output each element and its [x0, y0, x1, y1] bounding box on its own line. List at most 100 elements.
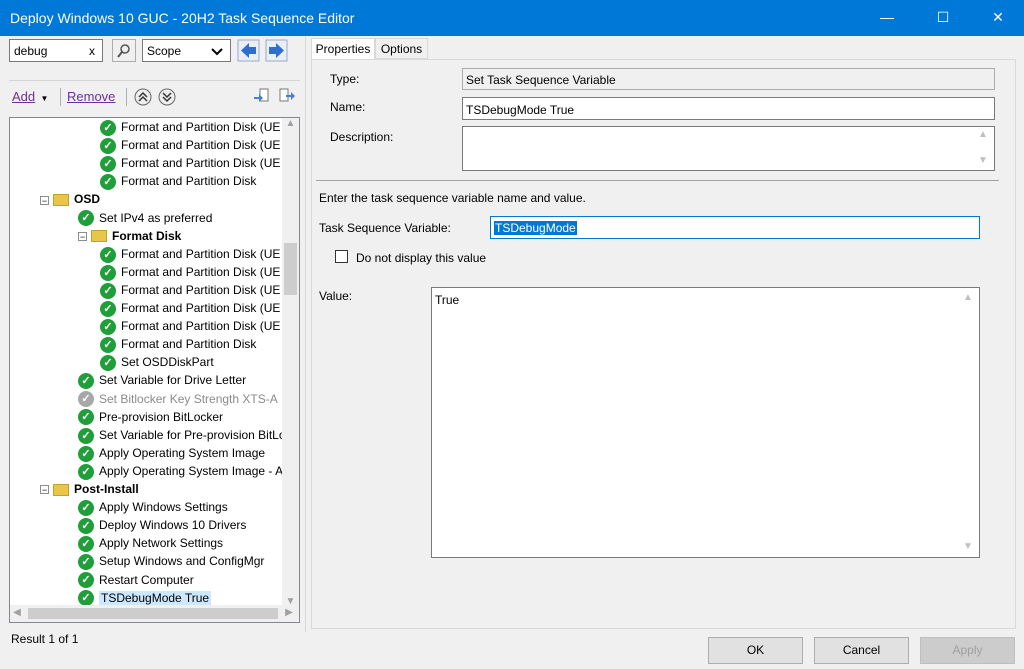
title-bar: Deploy Windows 10 GUC - 20H2 Task Sequen…: [0, 0, 1024, 36]
vertical-scroll-thumb[interactable]: [284, 243, 297, 295]
add-menu-button[interactable]: Add ▼: [12, 89, 48, 104]
value-scroll-down-icon: ▼: [963, 541, 973, 552]
tree-item[interactable]: ✓ Format and Partition Disk (UE: [100, 281, 280, 299]
success-check-icon: ✓: [100, 156, 116, 173]
task-sequence-tree[interactable]: ✓ Format and Partition Disk (UE ✓ Format an…: [9, 117, 300, 623]
move-down-button[interactable]: [158, 88, 176, 109]
description-scroll-up-icon: ▲: [978, 129, 988, 140]
name-field[interactable]: TSDebugMode True: [462, 97, 995, 120]
tree-item[interactable]: ✓ Format and Partition Disk (UE: [100, 154, 281, 173]
tree-item[interactable]: − Format Disk: [78, 227, 181, 245]
tree-item[interactable]: ✓ Format and Partition Disk (UE: [100, 245, 280, 263]
tree-item[interactable]: ✓ Format and Partition Disk (UE: [100, 263, 280, 281]
tree-vertical-scrollbar[interactable]: ▲ ▼: [282, 118, 299, 607]
variable-value: TSDebugMode: [494, 221, 577, 235]
scroll-left-icon[interactable]: ◀: [10, 607, 24, 618]
scroll-up-icon[interactable]: ▲: [282, 118, 299, 129]
tree-item[interactable]: ✓ TSDebugMode True: [78, 589, 212, 607]
tree-item[interactable]: − Post-Install: [40, 480, 139, 498]
tree-item[interactable]: ✓ Set OSDDiskPart: [100, 353, 214, 372]
success-check-icon: ✓: [100, 337, 116, 354]
scope-dropdown[interactable]: Scope: [142, 39, 231, 62]
tree-item-label: Apply Operating System Image - A: [99, 463, 284, 478]
folder-icon: [91, 230, 107, 243]
success-check-icon: ✓: [100, 282, 116, 299]
tree-item[interactable]: ✓ Set Variable for Pre-provision BitLo: [78, 426, 286, 444]
tree-item[interactable]: ✓ Format and Partition Disk (UE: [100, 317, 280, 335]
tree-item[interactable]: ✓ Apply Operating System Image: [78, 444, 265, 462]
tree-item[interactable]: ✓ Restart Computer: [78, 571, 194, 589]
success-check-icon: ✓: [78, 445, 94, 462]
description-field[interactable]: ▲ ▼: [462, 126, 995, 171]
tree-item[interactable]: − OSD: [40, 190, 100, 208]
previous-result-button[interactable]: [237, 39, 260, 62]
close-button[interactable]: ✕: [975, 0, 1021, 36]
search-button[interactable]: [112, 39, 136, 62]
hide-value-checkbox[interactable]: [335, 250, 348, 263]
minimize-button[interactable]: —: [864, 0, 910, 36]
collapse-toggle-icon[interactable]: −: [78, 231, 87, 241]
success-check-icon: ✓: [78, 518, 94, 535]
tree-item-label: Post-Install: [74, 482, 139, 496]
tree-item[interactable]: ✓ Set Bitlocker Key Strength XTS-A: [78, 390, 278, 408]
import-button[interactable]: [252, 87, 270, 108]
cancel-button[interactable]: Cancel: [814, 637, 909, 664]
next-result-button[interactable]: [265, 39, 288, 62]
horizontal-scroll-thumb[interactable]: [28, 608, 278, 619]
tab-properties[interactable]: Properties: [311, 38, 375, 60]
tree-item-label: Format and Partition Disk (UE: [121, 301, 281, 315]
folder-icon: [53, 194, 69, 207]
value-field[interactable]: True ▲ ▼: [431, 287, 980, 558]
tree-item-label: Setup Windows and ConfigMgr: [99, 554, 265, 569]
scroll-right-icon[interactable]: ▶: [282, 607, 296, 618]
tree-item[interactable]: ✓ Apply Windows Settings: [78, 498, 228, 516]
arrow-left-icon: [237, 39, 260, 62]
ok-button[interactable]: OK: [708, 637, 803, 664]
export-button[interactable]: [278, 87, 296, 108]
tree-item[interactable]: ✓ Apply Network Settings: [78, 534, 223, 553]
section-divider: [316, 180, 999, 181]
tree-item[interactable]: ✓ Format and Partition Disk (UE: [100, 118, 280, 136]
type-label: Type:: [330, 72, 360, 86]
import-icon: [254, 88, 269, 102]
tree-item[interactable]: ✓ Format and Partition Disk: [100, 335, 256, 354]
toolbar-separator-2: [126, 88, 127, 106]
tree-item[interactable]: ✓ Format and Partition Disk (UE: [100, 299, 280, 317]
search-input[interactable]: debug x: [9, 39, 103, 62]
tree-item-label: Format and Partition Disk (UE: [121, 156, 281, 171]
tree-item[interactable]: ✓ Format and Partition Disk (UE: [100, 136, 280, 154]
tree-horizontal-scrollbar[interactable]: ◀ ▶: [10, 605, 299, 622]
dropdown-caret-icon: ▼: [40, 94, 49, 103]
tree-item[interactable]: ✓ Format and Partition Disk: [100, 172, 256, 191]
tree-item[interactable]: ✓ Apply Operating System Image - A: [78, 462, 283, 480]
tree-item[interactable]: ✓ Setup Windows and ConfigMgr: [78, 552, 265, 571]
search-input-value: debug: [14, 44, 48, 58]
success-check-icon: ✓: [78, 463, 94, 480]
tree-item[interactable]: ✓ Set Variable for Drive Letter: [78, 371, 247, 390]
clear-search-button[interactable]: x: [89, 44, 95, 58]
apply-button[interactable]: Apply: [920, 637, 1015, 664]
tree-item[interactable]: ✓ Pre-provision BitLocker: [78, 408, 223, 426]
tab-options[interactable]: Options: [375, 38, 428, 59]
tree-item[interactable]: ✓ Set IPv4 as preferred: [78, 209, 212, 227]
success-check-icon: ✓: [78, 427, 94, 444]
tree-item[interactable]: ✓ Deploy Windows 10 Drivers: [78, 516, 246, 535]
collapse-toggle-icon[interactable]: −: [40, 485, 49, 495]
hide-value-checkbox-label[interactable]: Do not display this value: [356, 251, 486, 265]
properties-panel: Type: Set Task Sequence Variable Name: T…: [311, 59, 1016, 629]
tree-item-label: Set Variable for Drive Letter: [99, 373, 247, 388]
tree-item-label: Set Bitlocker Key Strength XTS-A: [99, 391, 278, 406]
variable-field[interactable]: TSDebugMode: [490, 216, 980, 239]
move-up-button[interactable]: [134, 88, 152, 109]
success-check-icon: ✓: [78, 210, 94, 227]
export-icon: [279, 88, 295, 102]
remove-button[interactable]: Remove: [67, 89, 115, 104]
description-label: Description:: [330, 130, 394, 144]
value-label: Value:: [319, 289, 353, 303]
chevron-down-icon: [211, 48, 223, 56]
variable-label: Task Sequence Variable:: [319, 221, 451, 235]
collapse-toggle-icon[interactable]: −: [40, 195, 49, 205]
success-check-icon: ✓: [78, 499, 94, 516]
panel-splitter[interactable]: [305, 36, 306, 632]
maximize-button[interactable]: ☐: [920, 0, 966, 36]
